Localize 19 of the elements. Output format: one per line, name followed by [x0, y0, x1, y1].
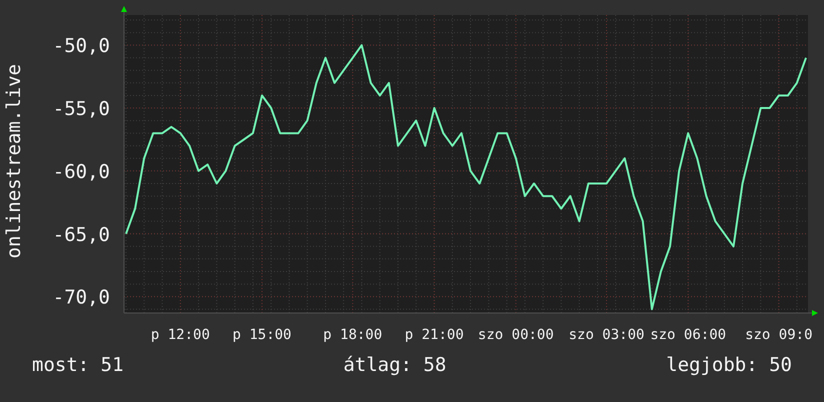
legend-text: legjobb: 50 [666, 354, 792, 376]
x-tick-label: p 18:00 [323, 327, 382, 343]
x-tick-label: szo 06:00 [650, 327, 726, 343]
arrow-icon [812, 310, 818, 316]
x-tick-label: szo 00:00 [478, 327, 554, 343]
y-tick-label: -70,0 [52, 286, 110, 309]
legend-text: átlag: 58 [343, 354, 446, 376]
y-tick-label: -65,0 [52, 224, 110, 246]
y-tick-label: -55,0 [52, 98, 110, 120]
y-tick-label: -60,0 [52, 160, 110, 183]
x-tick-label: szo 09:0 [745, 327, 813, 343]
arrow-icon [121, 6, 127, 12]
y-tick-label: -50,0 [52, 35, 110, 58]
axis-title: onlinestream.live [3, 64, 25, 258]
legend-text: most: 51 [32, 354, 124, 376]
x-tick-label: p 15:00 [232, 327, 292, 343]
x-tick-label: p 21:00 [404, 327, 464, 343]
x-tick-label: p 12:00 [150, 327, 210, 343]
x-tick-label: szo 03:00 [568, 327, 644, 343]
